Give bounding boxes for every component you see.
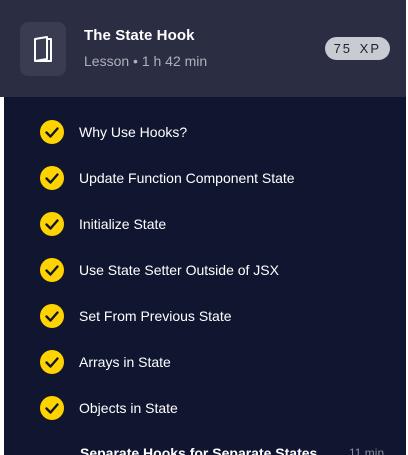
exercise-label: Use State Setter Outside of JSX — [79, 262, 279, 278]
exercise-label: Update Function Component State — [79, 170, 295, 186]
exercise-item[interactable]: Set From Previous State — [4, 293, 406, 339]
exercise-item[interactable]: Arrays in State — [4, 339, 406, 385]
exercise-label: Arrays in State — [79, 354, 171, 370]
lesson-panel: The State Hook Lesson • 1 h 42 min 75 XP… — [0, 0, 408, 455]
check-circle-icon — [40, 304, 64, 328]
check-circle-icon — [40, 120, 64, 144]
check-circle-icon — [40, 396, 64, 420]
exercise-item[interactable]: Initialize State — [4, 201, 406, 247]
check-circle-icon — [40, 258, 64, 282]
check-circle-icon — [40, 212, 64, 236]
lesson-header[interactable]: The State Hook Lesson • 1 h 42 min 75 XP — [0, 0, 406, 97]
lesson-meta: Lesson • 1 h 42 min — [84, 53, 208, 69]
exercise-label: Objects in State — [79, 400, 178, 416]
lesson-title: The State Hook — [84, 27, 195, 44]
exercise-item[interactable]: Why Use Hooks? — [4, 109, 406, 155]
exercise-label: Initialize State — [79, 216, 167, 232]
exercise-label: Set From Previous State — [79, 308, 232, 324]
exercise-label: Separate Hooks for Separate States — [80, 445, 318, 455]
exercise-list: Why Use Hooks? Update Function Component… — [4, 97, 406, 455]
exercise-item[interactable]: Objects in State — [4, 385, 406, 431]
exercise-label: Why Use Hooks? — [79, 124, 188, 140]
exercise-duration: 11 min — [349, 446, 385, 455]
exercise-item-current[interactable]: Separate Hooks for Separate States 11 mi… — [4, 432, 406, 455]
check-circle-icon — [40, 166, 64, 190]
xp-badge: 75 XP — [324, 37, 390, 60]
current-item-indicator — [0, 433, 4, 455]
exercise-item[interactable]: Use State Setter Outside of JSX — [4, 247, 406, 293]
exercise-item[interactable]: Update Function Component State — [4, 155, 406, 201]
check-circle-icon — [40, 350, 64, 374]
book-icon — [20, 22, 66, 76]
